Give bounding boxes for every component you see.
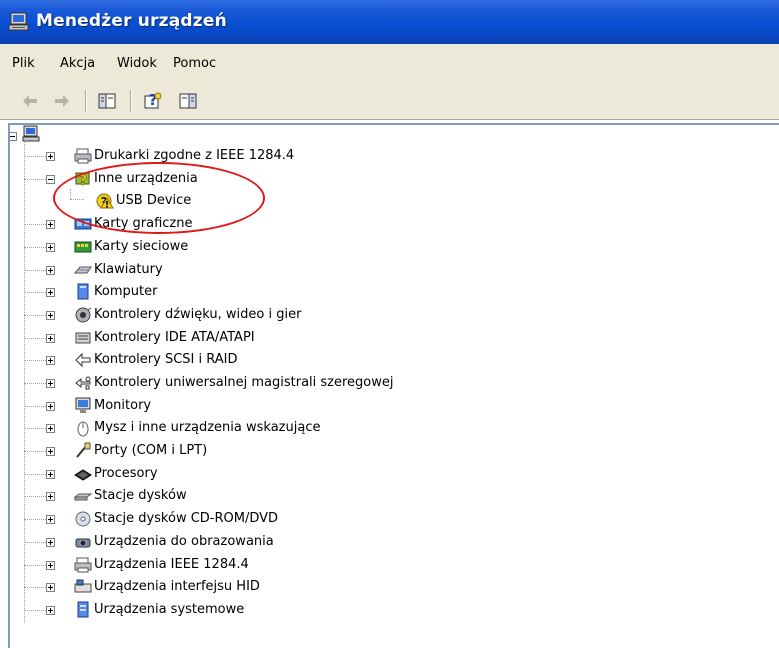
- menu-plik[interactable]: Plik: [12, 56, 35, 71]
- toolbar-separator: [130, 90, 132, 112]
- toolbar: ?: [0, 82, 779, 120]
- tree-item-label[interactable]: Karty sieciowe: [94, 238, 188, 256]
- printer-icon: [74, 148, 92, 164]
- sound-icon: [75, 307, 92, 323]
- tree-item-label[interactable]: Kontrolery IDE ATA/ATAPI: [94, 329, 255, 347]
- cdrom-icon: [75, 511, 91, 527]
- tree-line: [24, 474, 46, 475]
- tree-item-label[interactable]: Stacje dysków CD-ROM/DVD: [94, 510, 278, 528]
- expand-button[interactable]: [46, 492, 55, 501]
- expand-button[interactable]: [46, 447, 55, 456]
- menu-widok[interactable]: Widok: [117, 56, 157, 71]
- computer-icon: [8, 12, 29, 31]
- tree-line: [24, 519, 46, 520]
- tree-item-label[interactable]: Drukarki zgodne z IEEE 1284.4: [94, 147, 294, 165]
- menu-akcja[interactable]: Akcja: [60, 56, 95, 71]
- tree-item-label[interactable]: Monitory: [94, 397, 151, 415]
- expand-button[interactable]: [46, 243, 55, 252]
- tree-item-label[interactable]: Mysz i inne urządzenia wskazujące: [94, 419, 320, 437]
- port-icon: [76, 442, 91, 458]
- tree-line: [24, 428, 46, 429]
- window-title: Menedżer urządzeń: [36, 11, 227, 31]
- tree-item-label[interactable]: Porty (COM i LPT): [94, 442, 207, 460]
- expand-button[interactable]: [46, 220, 55, 229]
- system-device-icon: [77, 601, 89, 618]
- tree-item-label[interactable]: Urządzenia interfejsu HID: [94, 578, 260, 596]
- expand-button[interactable]: [46, 561, 55, 570]
- expand-button[interactable]: [46, 515, 55, 524]
- menu-bar: Plik Akcja Widok Pomoc: [0, 44, 779, 83]
- tree-item-label[interactable]: Kontrolery dźwięku, wideo i gier: [94, 306, 301, 324]
- tree-line: [24, 315, 46, 316]
- tree-line: [24, 270, 46, 271]
- red-annotation-circle: [53, 162, 265, 234]
- computer-icon: [22, 125, 40, 142]
- hid-icon: [74, 579, 92, 593]
- expand-button[interactable]: [46, 288, 55, 297]
- printer-icon: [74, 557, 92, 573]
- tree-line: [24, 587, 46, 588]
- tree-line: [24, 224, 46, 225]
- tree-line: [24, 610, 46, 611]
- show-hide-icon[interactable]: [178, 91, 198, 111]
- expand-button[interactable]: [46, 311, 55, 320]
- camera-icon: [75, 538, 91, 548]
- tree-line: [24, 451, 46, 452]
- computer-icon: [77, 283, 89, 300]
- tree-item-label[interactable]: Klawiatury: [94, 261, 163, 279]
- tree-item-label[interactable]: Urządzenia do obrazowania: [94, 533, 274, 551]
- tree-item-label[interactable]: Komputer: [94, 283, 157, 301]
- tree-item-label[interactable]: Kontrolery uniwersalnej magistrali szere…: [94, 374, 394, 392]
- tree-line: [24, 179, 46, 180]
- tree-item-label[interactable]: Kontrolery SCSI i RAID: [94, 351, 238, 369]
- disk-drive-icon: [74, 493, 92, 501]
- tree-item-label[interactable]: Procesory: [94, 465, 158, 483]
- tree-item-label[interactable]: Urządzenia IEEE 1284.4: [94, 556, 249, 574]
- expand-button[interactable]: [46, 606, 55, 615]
- help-icon[interactable]: ?: [143, 91, 163, 111]
- properties-icon[interactable]: [97, 91, 117, 111]
- processor-icon: [74, 469, 92, 481]
- expand-button[interactable]: [46, 266, 55, 275]
- collapse-root-button[interactable]: [10, 132, 17, 141]
- toolbar-separator: [85, 90, 87, 112]
- expand-button[interactable]: [46, 470, 55, 479]
- expand-button[interactable]: [46, 152, 55, 161]
- expand-button[interactable]: [46, 583, 55, 592]
- expand-button[interactable]: [46, 379, 55, 388]
- expand-button[interactable]: [46, 334, 55, 343]
- monitor-icon: [75, 397, 91, 413]
- expand-button[interactable]: [46, 402, 55, 411]
- keyboard-icon: [74, 266, 92, 274]
- tree-line: [24, 565, 46, 566]
- mouse-icon: [77, 421, 89, 437]
- collapse-button[interactable]: [46, 175, 55, 184]
- usb-icon: [75, 376, 91, 390]
- tree-item-label[interactable]: Urządzenia systemowe: [94, 601, 244, 619]
- tree-line: [24, 406, 46, 407]
- ide-controller-icon: [75, 332, 91, 344]
- tree-line: [24, 156, 46, 157]
- forward-icon[interactable]: [52, 91, 72, 111]
- tree-line: [24, 496, 46, 497]
- network-card-icon: [74, 241, 92, 253]
- menu-pomoc[interactable]: Pomoc: [173, 56, 216, 71]
- tree-line: [24, 292, 46, 293]
- tree-line: [24, 383, 46, 384]
- tree-line: [24, 247, 46, 248]
- scsi-icon: [75, 352, 91, 368]
- tree-line: [24, 542, 46, 543]
- title-bar[interactable]: Menedżer urządzeń: [0, 0, 779, 44]
- tree-line: [24, 338, 46, 339]
- expand-button[interactable]: [46, 424, 55, 433]
- tree-line: [24, 360, 46, 361]
- expand-button[interactable]: [46, 538, 55, 547]
- back-icon[interactable]: [20, 91, 40, 111]
- expand-button[interactable]: [46, 356, 55, 365]
- tree-item-label[interactable]: Stacje dysków: [94, 487, 187, 505]
